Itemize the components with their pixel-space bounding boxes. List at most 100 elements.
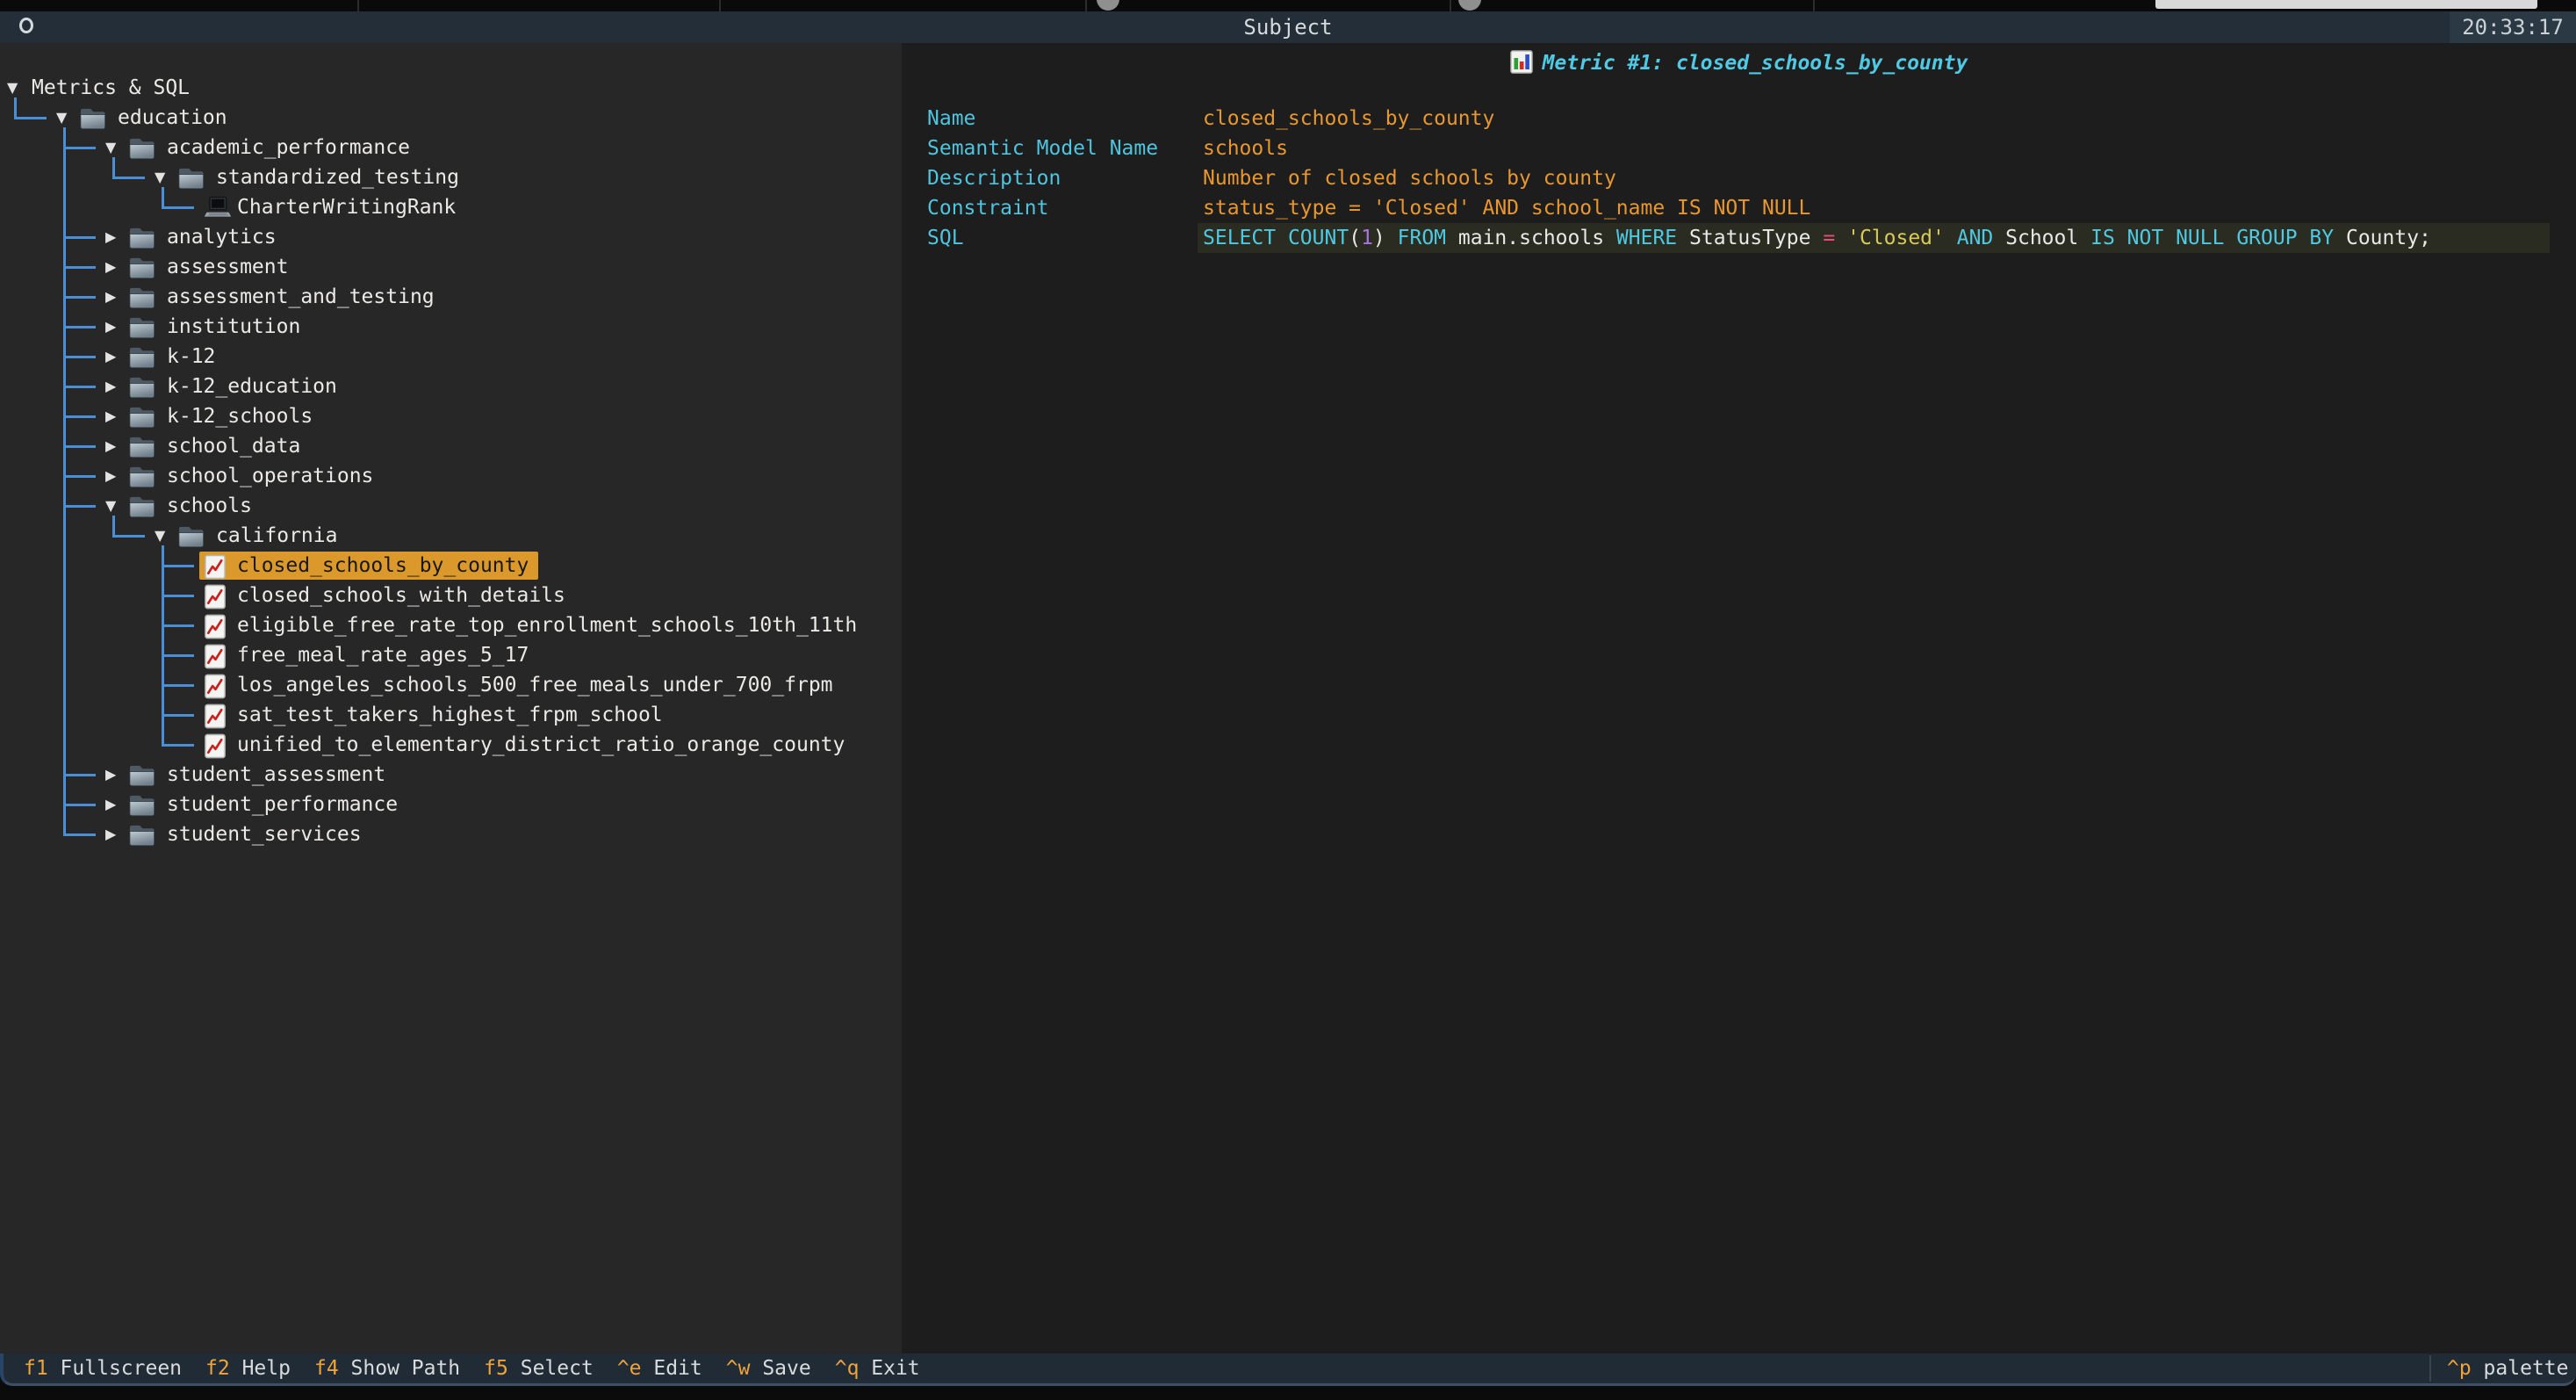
tree-item-closed_schools_by_county[interactable]: closed_schools_by_county bbox=[0, 551, 902, 581]
collapse-arrow-icon[interactable]: ▼ bbox=[155, 521, 174, 551]
tree-item-label: academic_performance bbox=[167, 133, 410, 162]
sql-token-plain bbox=[1835, 227, 1847, 249]
hotkey-exit[interactable]: ^q Exit bbox=[835, 1353, 920, 1383]
tree-guide-branch bbox=[63, 445, 96, 448]
sql-token-plain: School bbox=[2005, 227, 2078, 249]
tree-item-label: analytics bbox=[167, 222, 277, 252]
tree-item-k-12_schools[interactable]: ▶ k-12_schools bbox=[0, 401, 902, 431]
tree-item-label: education bbox=[118, 103, 227, 133]
tree-item-school_data[interactable]: ▶ school_data bbox=[0, 431, 902, 461]
hotkey-key: ^q bbox=[835, 1357, 860, 1380]
field-label: Constraint bbox=[927, 193, 1048, 223]
sql-token-plain bbox=[2078, 227, 2090, 249]
tree-item-k-12[interactable]: ▶ k-12 bbox=[0, 342, 902, 372]
expand-arrow-icon[interactable]: ▶ bbox=[105, 252, 125, 282]
tree-guide-branch bbox=[63, 236, 96, 239]
tree-guide-branch bbox=[14, 117, 47, 119]
tree-item-analytics[interactable]: ▶ analytics bbox=[0, 222, 902, 252]
sql-token-plain bbox=[2298, 227, 2310, 249]
tree-item-label: eligible_free_rate_top_enrollment_school… bbox=[237, 610, 857, 640]
hotkey-edit[interactable]: ^e Edit bbox=[617, 1353, 702, 1383]
hotkey-save[interactable]: ^w Save bbox=[726, 1353, 811, 1383]
expand-arrow-icon[interactable]: ▶ bbox=[105, 431, 125, 461]
sql-token-keyword: COUNT bbox=[1288, 227, 1349, 249]
sql-token-plain bbox=[1945, 227, 1957, 249]
palette-hotkey[interactable]: ^p palette bbox=[2447, 1353, 2568, 1383]
tree-item-closed_schools_with_details[interactable]: closed_schools_with_details bbox=[0, 581, 902, 610]
field-label: Name bbox=[927, 104, 975, 134]
sql-token-keyword: AND bbox=[1957, 227, 1994, 249]
tree-guide-branch bbox=[63, 356, 96, 358]
expand-arrow-icon[interactable]: ▶ bbox=[105, 282, 125, 312]
collapse-arrow-icon[interactable]: ▼ bbox=[7, 73, 26, 103]
tree-item-academic_performance[interactable]: ▼ academic_performance bbox=[0, 133, 902, 162]
tree-item-k-12_education[interactable]: ▶ k-12_education bbox=[0, 372, 902, 401]
expand-arrow-icon[interactable]: ▶ bbox=[105, 222, 125, 252]
tree-guide-branch bbox=[63, 296, 96, 299]
sql-token-plain bbox=[1385, 227, 1398, 249]
tree-item-sat_test_takers_highest_frpm_school[interactable]: sat_test_takers_highest_frpm_school bbox=[0, 700, 902, 730]
tree-item-label: closed_schools_by_county bbox=[237, 551, 529, 581]
tree-item-institution[interactable]: ▶ institution bbox=[0, 312, 902, 342]
tree-item-education[interactable]: ▼ education bbox=[0, 103, 902, 133]
tree-item-schools[interactable]: ▼ schools bbox=[0, 491, 902, 521]
sql-token-plain bbox=[1446, 227, 1458, 249]
field-row-semantic-model-name: Semantic Model Name schools bbox=[902, 134, 2576, 163]
metric-detail-panel: Metric #1: closed_schools_by_county Name… bbox=[902, 43, 2576, 1353]
tree-item-school_operations[interactable]: ▶ school_operations bbox=[0, 461, 902, 491]
collapse-arrow-icon[interactable]: ▼ bbox=[105, 491, 125, 521]
expand-arrow-icon[interactable]: ▶ bbox=[105, 461, 125, 491]
sql-token-plain bbox=[2224, 227, 2236, 249]
tree-item-assessment_and_testing[interactable]: ▶ assessment_and_testing bbox=[0, 282, 902, 312]
collapse-arrow-icon[interactable]: ▼ bbox=[155, 162, 174, 192]
tree-item-label: sat_test_takers_highest_frpm_school bbox=[237, 700, 663, 730]
folder-icon bbox=[128, 823, 155, 855]
sql-token-plain bbox=[1604, 227, 1616, 249]
tree-item-free_meal_rate_ages_5_17[interactable]: free_meal_rate_ages_5_17 bbox=[0, 640, 902, 670]
sql-text: SELECT COUNT(1) FROM main.schools WHERE … bbox=[1203, 223, 2431, 253]
tree-item-label: student_services bbox=[167, 819, 362, 849]
hotkey-key: f1 bbox=[24, 1357, 48, 1380]
tree-guide-branch bbox=[63, 774, 96, 776]
tree-item-student_services[interactable]: ▶ student_services bbox=[0, 819, 902, 849]
tree-item-charterwritingrank[interactable]: CharterWritingRank bbox=[0, 192, 902, 222]
tree-item-student_assessment[interactable]: ▶ student_assessment bbox=[0, 760, 902, 790]
collapse-arrow-icon[interactable]: ▼ bbox=[105, 133, 125, 162]
favicon-circle bbox=[1097, 0, 1119, 11]
expand-arrow-icon[interactable]: ▶ bbox=[105, 312, 125, 342]
tree-item-label: standardized_testing bbox=[216, 162, 459, 192]
field-label: Description bbox=[927, 163, 1061, 193]
sql-token-plain bbox=[2163, 227, 2176, 249]
sql-token-keyword: NOT bbox=[2127, 227, 2164, 249]
expand-arrow-icon[interactable]: ▶ bbox=[105, 401, 125, 431]
main-area: ▼Metrics & SQL▼ education▼ academic_perf… bbox=[0, 43, 2576, 1353]
sql-token-keyword: SELECT bbox=[1203, 227, 1276, 249]
hotkey-show-path[interactable]: f4 Show Path bbox=[314, 1353, 460, 1383]
field-value: schools bbox=[1203, 134, 1288, 163]
tree-guide-branch bbox=[63, 326, 96, 328]
expand-arrow-icon[interactable]: ▶ bbox=[105, 819, 125, 849]
tree-item-unified_to_elementary_district_ratio_orange_county[interactable]: unified_to_elementary_district_ratio_ora… bbox=[0, 730, 902, 760]
hotkey-key: ^e bbox=[617, 1357, 642, 1380]
field-value: Number of closed schools by county bbox=[1203, 163, 1616, 193]
tree-item-label: closed_schools_with_details bbox=[237, 581, 565, 610]
expand-arrow-icon[interactable]: ▶ bbox=[105, 342, 125, 372]
field-label: Semantic Model Name bbox=[927, 134, 1158, 163]
tree-item-label: student_assessment bbox=[167, 760, 385, 790]
tree-item-metrics-sql[interactable]: ▼Metrics & SQL bbox=[0, 73, 902, 103]
tree-item-eligible_free_rate_top_enrollment_schools_10th_11th[interactable]: eligible_free_rate_top_enrollment_school… bbox=[0, 610, 902, 640]
expand-arrow-icon[interactable]: ▶ bbox=[105, 372, 125, 401]
hotkey-fullscreen[interactable]: f1 Fullscreen bbox=[24, 1353, 182, 1383]
expand-arrow-icon[interactable]: ▶ bbox=[105, 760, 125, 790]
hotkey-select[interactable]: f5 Select bbox=[484, 1353, 594, 1383]
tree-item-los_angeles_schools_500_free_meals_under_700_frpm[interactable]: los_angeles_schools_500_free_meals_under… bbox=[0, 670, 902, 700]
sql-token-plain: StatusType bbox=[1689, 227, 1810, 249]
expand-arrow-icon[interactable]: ▶ bbox=[105, 790, 125, 819]
tree-item-label: school_operations bbox=[167, 461, 373, 491]
collapse-arrow-icon[interactable]: ▼ bbox=[56, 103, 76, 133]
tree-guide-branch bbox=[162, 684, 194, 687]
tree-item-assessment[interactable]: ▶ assessment bbox=[0, 252, 902, 282]
tree-item-label: institution bbox=[167, 312, 300, 342]
tree-item-student_performance[interactable]: ▶ student_performance bbox=[0, 790, 902, 819]
hotkey-help[interactable]: f2 Help bbox=[205, 1353, 291, 1383]
